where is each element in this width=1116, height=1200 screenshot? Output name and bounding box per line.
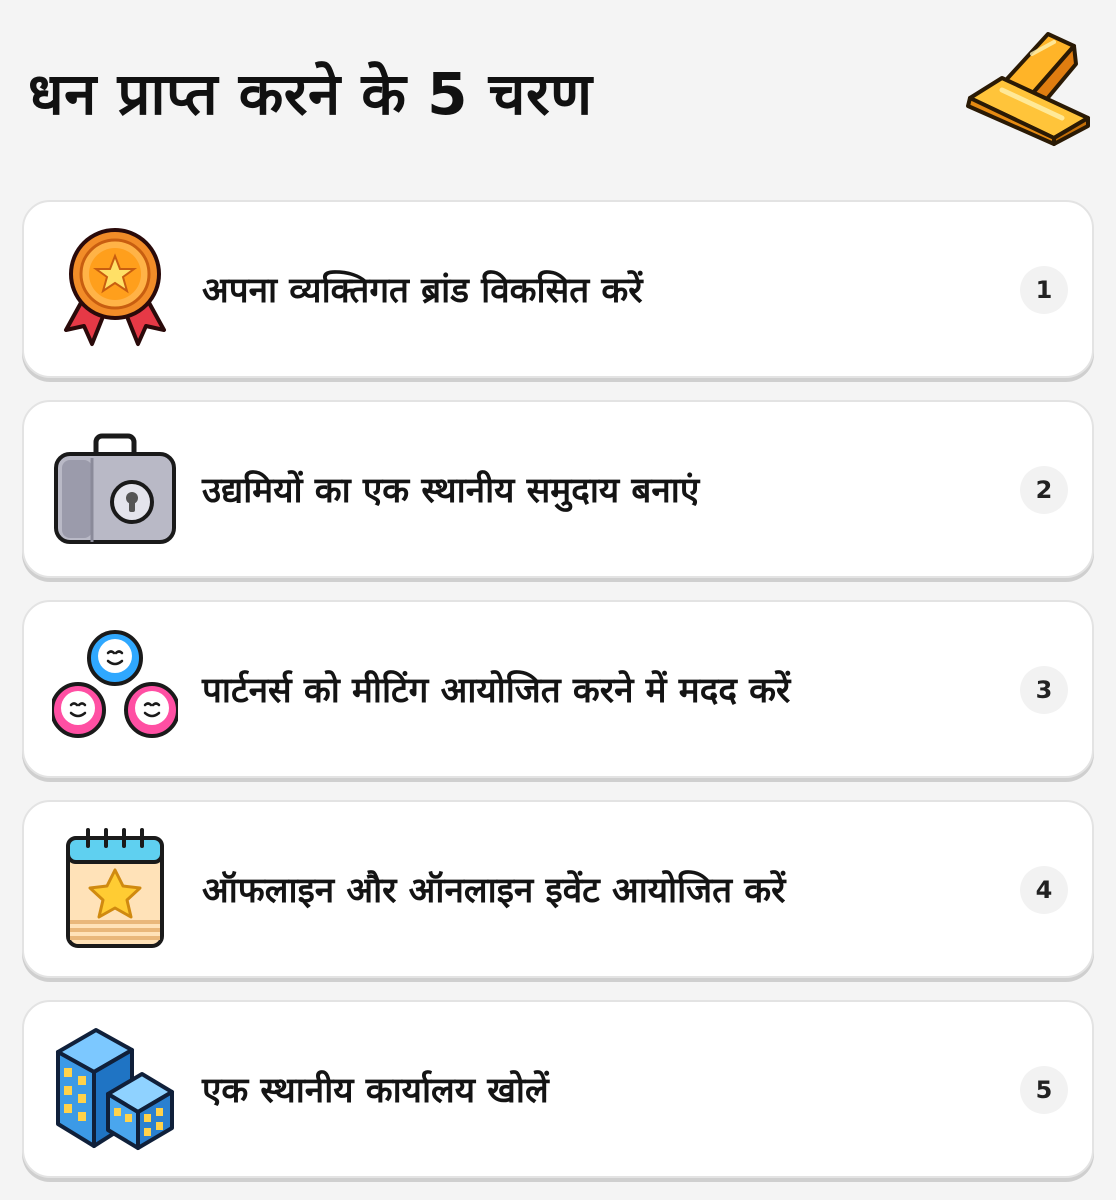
step-number-badge: 1 (1020, 266, 1068, 314)
steps-list: अपना व्यक्तिगत ब्रांड विकसित करें 1 उद्य… (22, 200, 1094, 1200)
award-medal-icon (52, 224, 178, 352)
step-card-1[interactable]: अपना व्यक्तिगत ब्रांड विकसित करें 1 (22, 200, 1094, 378)
step-label: ऑफलाइन और ऑनलाइन इवेंट आयोजित करें (202, 870, 786, 911)
step-label: अपना व्यक्तिगत ब्रांड विकसित करें (202, 270, 643, 311)
step-label: उद्यमियों का एक स्थानीय समुदाय बनाएं (202, 470, 700, 511)
page-title: धन प्राप्त करने के 5 चरण (28, 60, 593, 128)
briefcase-lock-icon (52, 424, 178, 552)
step-card-3[interactable]: पार्टनर्स को मीटिंग आयोजित करने में मदद … (22, 600, 1094, 778)
step-card-5[interactable]: एक स्थानीय कार्यालय खोलें 5 (22, 1000, 1094, 1178)
people-group-icon (52, 624, 178, 752)
step-label: एक स्थानीय कार्यालय खोलें (202, 1070, 549, 1111)
gold-bars-icon (962, 30, 1094, 148)
calendar-star-icon (52, 824, 178, 952)
step-number-badge: 2 (1020, 466, 1068, 514)
step-number-badge: 5 (1020, 1066, 1068, 1114)
step-card-4[interactable]: ऑफलाइन और ऑनलाइन इवेंट आयोजित करें 4 (22, 800, 1094, 978)
step-number-badge: 3 (1020, 666, 1068, 714)
step-label: पार्टनर्स को मीटिंग आयोजित करने में मदद … (202, 670, 791, 711)
step-card-2[interactable]: उद्यमियों का एक स्थानीय समुदाय बनाएं 2 (22, 400, 1094, 578)
step-number-badge: 4 (1020, 866, 1068, 914)
office-buildings-icon (52, 1024, 178, 1152)
